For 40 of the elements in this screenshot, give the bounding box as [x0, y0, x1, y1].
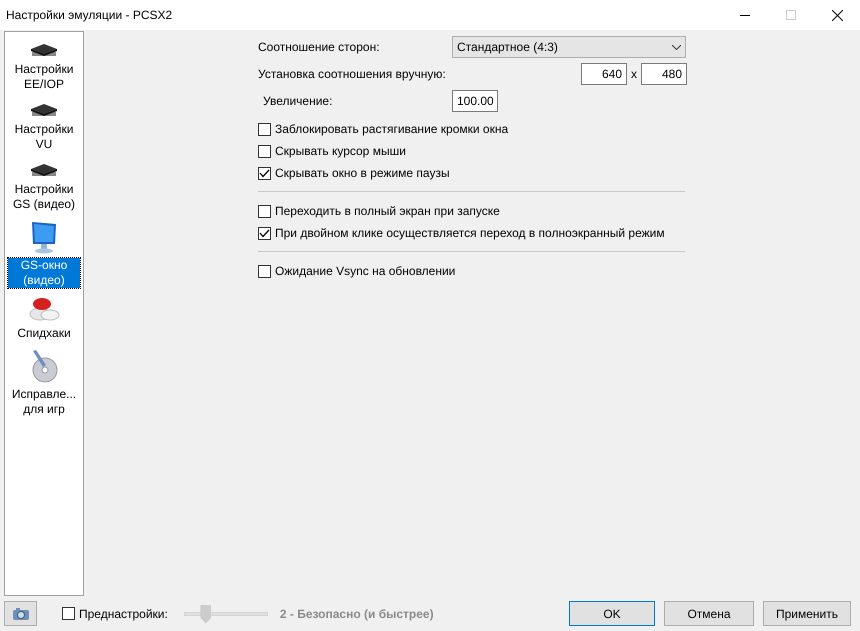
- field-label: Соотношение сторон:: [258, 39, 381, 56]
- minimize-icon: [740, 14, 750, 16]
- field-label: Увеличение:: [263, 93, 334, 110]
- sidebar-item[interactable]: Исправле... для игр: [8, 387, 80, 417]
- checkbox[interactable]: [258, 204, 271, 218]
- dialog-button[interactable]: OK: [569, 601, 655, 626]
- checkbox-label: Скрывать окно в режиме паузы: [275, 165, 450, 182]
- checkbox[interactable]: [258, 166, 271, 180]
- sidebar-item[interactable]: GS-окно (видео): [8, 258, 80, 288]
- dialog-button[interactable]: Отмена: [664, 601, 754, 626]
- field-label: Установка соотношения вручную:: [258, 66, 447, 83]
- sidebar-item[interactable]: Спидхаки: [16, 326, 72, 341]
- checkbox[interactable]: [258, 144, 271, 158]
- presets-label: Преднастройки:: [79, 606, 168, 622]
- checkbox[interactable]: [258, 122, 271, 136]
- aspect-ratio-dropdown[interactable]: Стандартное (4:3): [452, 36, 686, 58]
- checkbox[interactable]: [258, 264, 271, 278]
- sidebar-item[interactable]: Настройки GS (видео): [8, 182, 80, 212]
- camera-icon: [12, 607, 30, 622]
- height-field[interactable]: 480: [641, 63, 687, 85]
- sidebar-item[interactable]: Настройки EE/IOP: [8, 62, 80, 92]
- checkbox-label: Ожидание Vsync на обновлении: [275, 263, 456, 280]
- dialog-button[interactable]: Применить: [763, 601, 851, 626]
- checkbox-label: Переходить в полный экран при запуске: [275, 203, 500, 220]
- zoom-field[interactable]: 100.00: [452, 90, 498, 112]
- checkbox-label: Заблокировать растягивание кромки окна: [275, 121, 508, 138]
- close-icon: [832, 10, 842, 20]
- pill-icon: [28, 296, 60, 322]
- checkbox-label: Скрывать курсор мыши: [275, 143, 406, 160]
- caret-icon: [672, 44, 681, 50]
- width-field[interactable]: 640: [581, 63, 627, 85]
- monitor-icon: [29, 220, 59, 254]
- checkbox-label: При двойном клике осуществляется переход в полноэкранный режим: [275, 225, 665, 242]
- maximize-icon: [786, 10, 796, 20]
- presets-reading: 2 - Безопасно (и быстрее): [280, 606, 435, 622]
- window-title: Настройки эмуляции - PCSX2: [6, 7, 174, 24]
- separator-label: x: [631, 66, 637, 83]
- sidebar-item[interactable]: Настройки VU: [8, 122, 80, 152]
- checkbox[interactable]: [258, 226, 271, 240]
- screenshot-button[interactable]: [4, 601, 37, 626]
